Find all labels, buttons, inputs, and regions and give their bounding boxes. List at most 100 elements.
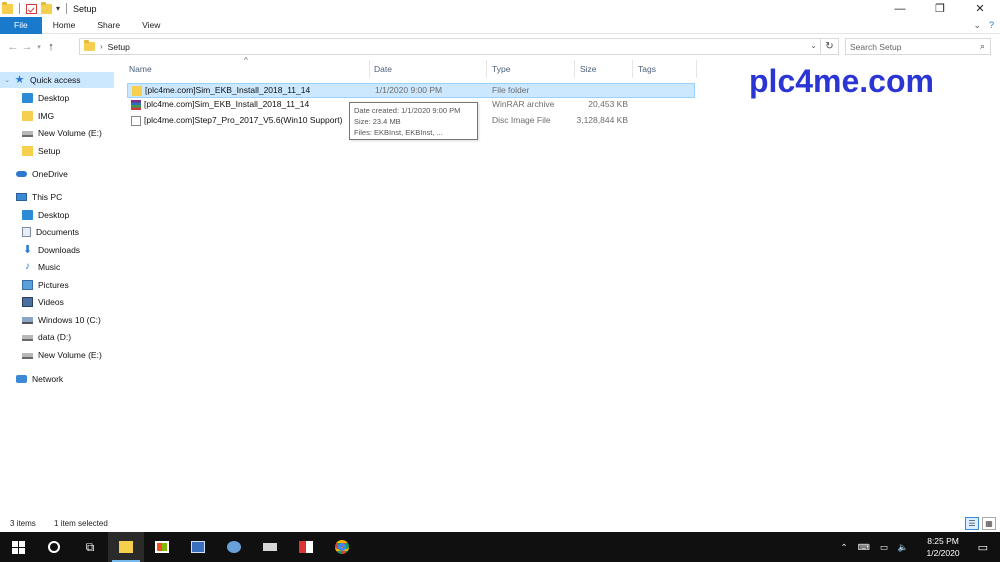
taskbar-file-explorer[interactable] <box>108 532 144 562</box>
sidebar-item-quick-access[interactable]: ⌄ ★ Quick access <box>0 72 114 88</box>
sidebar-item-desktop[interactable]: Desktop <box>0 207 114 223</box>
sidebar-item-label: Pictures <box>38 280 69 290</box>
large-icons-view-icon[interactable]: ▦ <box>982 517 996 530</box>
recent-locations-icon[interactable]: ▾ <box>34 43 44 51</box>
sidebar-item-setup[interactable]: Setup <box>0 143 114 159</box>
minimize-button[interactable]: — <box>880 0 920 17</box>
chevron-up-icon[interactable]: ⌃ <box>835 542 852 553</box>
app-icon <box>227 541 241 553</box>
sidebar-item-onedrive[interactable]: OneDrive <box>0 166 114 182</box>
taskbar: ⧉ ⌃ ⌨ ▭ 🔈 8:25 PM 1/2/2020 ▭ <box>0 532 1000 562</box>
properties-icon[interactable] <box>26 3 37 14</box>
status-bar: 3 items 1 item selected ☰ ▦ <box>0 517 1000 532</box>
task-view-button[interactable]: ⧉ <box>72 532 108 562</box>
volume-icon[interactable]: 🔈 <box>893 542 914 553</box>
taskbar-app-4[interactable] <box>288 532 324 562</box>
folder-icon <box>22 111 33 121</box>
pictures-icon <box>22 280 33 290</box>
tab-file[interactable]: File <box>0 16 42 34</box>
search-input[interactable]: Search Setup ⌕ <box>845 38 991 55</box>
details-view-icon[interactable]: ☰ <box>965 517 979 530</box>
forward-arrow-icon[interactable]: → <box>20 41 34 53</box>
sidebar-item-videos[interactable]: Videos <box>0 294 114 310</box>
network-tray-icon[interactable]: ▭ <box>875 542 893 553</box>
file-size: 3,128,844 KB <box>576 115 628 125</box>
sidebar-item-documents[interactable]: Documents <box>0 224 114 240</box>
address-bar[interactable]: › Setup ⌄ <box>79 38 821 55</box>
clock[interactable]: 8:25 PM 1/2/2020 <box>914 535 973 559</box>
new-folder-icon[interactable] <box>41 1 52 14</box>
keyboard-icon[interactable]: ⌨ <box>853 542 875 553</box>
sidebar-item-downloads[interactable]: ⬇ Downloads <box>0 242 114 258</box>
sidebar-item-label: Setup <box>38 146 61 156</box>
watermark-text: plc4me.com <box>749 63 934 99</box>
close-button[interactable]: ✕ <box>960 0 1000 17</box>
column-header-size[interactable]: Size <box>576 60 633 78</box>
sidebar-item-label: data (D:) <box>38 332 72 342</box>
customize-toolbar-icon[interactable]: ▾ <box>56 4 60 13</box>
sidebar-item-label: Music <box>38 262 61 272</box>
tab-view[interactable]: View <box>131 17 171 34</box>
documents-icon <box>22 227 31 237</box>
back-arrow-icon[interactable]: ← <box>6 41 20 53</box>
file-type: Disc Image File <box>492 115 551 125</box>
sidebar-item-label: New Volume (E:) <box>38 128 102 138</box>
chevron-right-icon: › <box>100 42 103 51</box>
taskbar-app-2[interactable] <box>216 532 252 562</box>
sidebar-item-new-volume-quick[interactable]: New Volume (E:) <box>0 125 114 141</box>
sidebar-item-windows-c[interactable]: Windows 10 (C:) <box>0 312 114 328</box>
column-header-date[interactable]: Date <box>370 60 487 78</box>
chrome-icon <box>335 540 349 554</box>
sidebar-item-this-pc[interactable]: This PC <box>0 189 114 205</box>
refresh-button[interactable]: ↻ <box>821 38 839 55</box>
address-path-segment[interactable]: Setup <box>108 42 130 52</box>
sidebar-item-network[interactable]: Network <box>0 371 114 387</box>
column-header-type[interactable]: Type <box>488 60 575 78</box>
restore-button[interactable]: ❐ <box>920 0 960 17</box>
start-button[interactable] <box>0 532 36 562</box>
sidebar-item-label: Videos <box>38 297 64 307</box>
sidebar-item-pictures[interactable]: Pictures <box>0 277 114 293</box>
taskbar-app-1[interactable] <box>180 532 216 562</box>
sidebar-item-data-d[interactable]: data (D:) <box>0 329 114 345</box>
folder-icon <box>84 40 95 51</box>
column-header-tags[interactable]: Tags <box>634 60 697 78</box>
search-button[interactable] <box>36 532 72 562</box>
sidebar-item-label: Quick access <box>30 75 81 85</box>
sidebar-item-new-volume-e[interactable]: New Volume (E:) <box>0 347 114 363</box>
chevron-down-icon[interactable]: ⌄ <box>810 41 817 50</box>
sidebar-item-label: New Volume (E:) <box>38 350 102 360</box>
taskbar-app-3[interactable] <box>252 532 288 562</box>
chevron-down-icon[interactable]: ⌄ <box>0 76 14 84</box>
cortana-icon <box>48 541 60 553</box>
window-title: Setup <box>73 3 97 14</box>
star-icon: ★ <box>14 74 25 86</box>
file-type: WinRAR archive <box>492 99 555 109</box>
videos-icon <box>22 297 33 307</box>
expand-ribbon-icon[interactable]: ⌄ <box>973 20 981 31</box>
file-row[interactable]: [plc4me.com]Sim_EKB_Install_2018_11_14 1… <box>127 83 695 98</box>
help-icon[interactable]: ? <box>989 20 994 31</box>
action-center-icon[interactable]: ▭ <box>973 541 1000 554</box>
column-header-name[interactable]: Name <box>125 60 370 78</box>
file-explorer-icon <box>119 541 133 553</box>
sidebar-item-music[interactable]: ♪ Music <box>0 259 114 275</box>
sidebar-item-desktop-quick[interactable]: Desktop <box>0 90 114 106</box>
taskbar-chrome[interactable] <box>324 532 360 562</box>
download-icon: ⬇ <box>22 244 33 256</box>
sidebar-item-label: Windows 10 (C:) <box>38 315 101 325</box>
music-icon: ♪ <box>25 261 30 272</box>
drive-icon <box>22 131 33 137</box>
up-arrow-icon[interactable]: ↑ <box>44 41 58 53</box>
search-placeholder: Search Setup <box>850 41 902 52</box>
tooltip-size: Size: 23.4 MB <box>354 117 401 126</box>
system-tray: ⌃ ⌨ ▭ 🔈 8:25 PM 1/2/2020 ▭ <box>835 532 1000 562</box>
sidebar-item-label: Documents <box>36 227 79 237</box>
tab-share[interactable]: Share <box>86 17 131 34</box>
sidebar-item-img[interactable]: IMG <box>0 108 114 124</box>
tooltip-date-created: Date created: 1/1/2020 9:00 PM <box>354 106 461 115</box>
taskbar-store[interactable] <box>144 532 180 562</box>
tab-home[interactable]: Home <box>42 17 87 34</box>
selection-count: 1 item selected <box>54 519 108 528</box>
desktop-icon <box>22 210 33 220</box>
